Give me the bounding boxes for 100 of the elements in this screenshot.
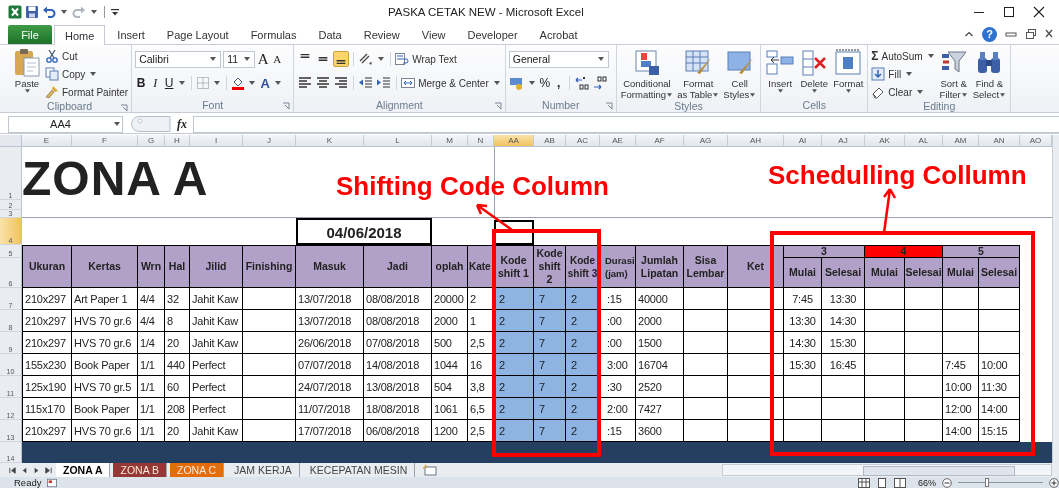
styles-button[interactable]: Conditional Formatting [619, 48, 675, 100]
insert-function-button[interactable]: fx [171, 116, 193, 132]
cut-button[interactable]: Cut [45, 48, 78, 64]
underline-button[interactable]: U [163, 76, 176, 90]
increase-indent-icon[interactable] [376, 75, 393, 91]
help-button[interactable]: ? [982, 26, 997, 42]
ribbon-tab[interactable]: View [411, 25, 456, 44]
fill-color-icon[interactable] [231, 76, 246, 90]
first-sheet-icon[interactable] [8, 465, 17, 475]
resize-handle[interactable] [131, 116, 171, 132]
wrap-text-button[interactable]: Wrap Text [395, 51, 457, 67]
sheet-tab[interactable]: ZONA A [56, 463, 111, 477]
cells-button[interactable]: Format [832, 48, 865, 98]
dialog-launcher-icon[interactable] [493, 102, 502, 110]
ribbon-tab[interactable]: Home [54, 25, 106, 45]
excel-logo-icon[interactable] [8, 5, 22, 19]
font-name-field[interactable]: Calibri [135, 50, 222, 68]
column-header[interactable]: E [22, 135, 72, 147]
column-header[interactable]: AC [566, 135, 600, 147]
percent-button[interactable]: % [538, 76, 551, 90]
close-workbook-icon[interactable] [1045, 28, 1053, 40]
vertical-scrollbar[interactable] [1052, 135, 1059, 463]
grow-font-button[interactable]: A [257, 50, 270, 68]
ribbon-tab[interactable]: Acrobat [529, 25, 588, 44]
italic-button[interactable]: I [149, 75, 162, 91]
column-header[interactable]: H [165, 135, 190, 147]
column-header[interactable]: AI [784, 135, 822, 147]
save-icon[interactable] [25, 5, 39, 19]
cells-button[interactable]: Delete [798, 48, 831, 98]
column-header[interactable]: G [138, 135, 165, 147]
close-icon[interactable] [1033, 6, 1045, 18]
column-header[interactable]: AE [600, 135, 636, 147]
fill-button[interactable]: Fill [871, 66, 915, 82]
normal-view-icon[interactable] [858, 477, 870, 488]
paste-button[interactable]: Paste [11, 48, 43, 100]
currency-icon[interactable] [508, 75, 525, 91]
number-format-field[interactable]: General [508, 50, 609, 68]
scrollbar-thumb[interactable] [863, 466, 1015, 476]
align-center-icon[interactable] [315, 75, 332, 91]
page-break-icon[interactable] [894, 477, 906, 488]
macro-record-icon[interactable] [47, 477, 58, 488]
name-box[interactable]: AA4 [8, 115, 123, 133]
dialog-launcher-icon[interactable] [120, 104, 129, 112]
column-header[interactable]: AL [905, 135, 943, 147]
page-layout-icon[interactable] [876, 477, 888, 488]
styles-button[interactable]: Cell Styles [722, 48, 758, 100]
comma-button[interactable]: , [552, 76, 565, 90]
dialog-launcher-icon[interactable] [604, 102, 613, 110]
next-sheet-icon[interactable] [32, 465, 41, 475]
zoom-slider-thumb[interactable] [984, 478, 989, 487]
editing-button[interactable]: Find & Select [971, 48, 1008, 100]
dialog-launcher-icon[interactable] [282, 102, 291, 110]
vertical-align-icon[interactable] [333, 51, 350, 67]
horizontal-scrollbar[interactable] [722, 464, 1052, 476]
column-header[interactable]: AB [534, 135, 566, 147]
ribbon-tab[interactable]: Review [353, 25, 410, 44]
align-right-icon[interactable] [333, 75, 350, 91]
column-header[interactable]: AN [979, 135, 1020, 147]
font-size-field[interactable]: 11 [223, 50, 256, 68]
column-header[interactable]: K [296, 135, 364, 147]
font-color-button[interactable]: A [259, 75, 272, 91]
column-header[interactable]: AM [943, 135, 979, 147]
column-header[interactable]: AA [494, 135, 534, 147]
align-left-icon[interactable] [297, 75, 314, 91]
zoom-out-icon[interactable] [942, 477, 952, 488]
column-header[interactable]: J [243, 135, 296, 147]
collapse-ribbon-icon[interactable] [964, 29, 974, 39]
formula-field[interactable] [193, 115, 1059, 133]
column-header[interactable]: I [190, 135, 243, 147]
clear-button[interactable]: Clear [871, 84, 926, 100]
decrease-indent-icon[interactable] [358, 75, 375, 91]
undo-icon[interactable] [42, 5, 56, 19]
orientation-icon[interactable] [358, 51, 375, 67]
ribbon-tab[interactable]: Data [308, 25, 352, 44]
maximize-icon[interactable] [1003, 6, 1015, 18]
ribbon-tab[interactable]: Insert [107, 25, 155, 44]
column-header[interactable]: N [468, 135, 494, 147]
copy-button[interactable]: Copy [45, 66, 99, 82]
ribbon-tab[interactable]: Formulas [240, 25, 307, 44]
ribbon-tab[interactable]: Developer [457, 25, 528, 44]
column-header[interactable]: M [432, 135, 468, 147]
bold-button[interactable]: B [135, 76, 148, 90]
merge-center-button[interactable]: Merge & Center [401, 75, 502, 91]
shrink-font-button[interactable]: A [271, 53, 284, 65]
format-painter-button[interactable]: Format Painter [45, 84, 129, 100]
styles-button[interactable]: Format as Table [676, 48, 721, 100]
autosum-button[interactable]: Σ AutoSum [871, 48, 936, 64]
column-header[interactable]: F [72, 135, 138, 147]
column-header[interactable]: AK [865, 135, 905, 147]
column-header[interactable]: AH [728, 135, 784, 147]
restore-workbook-icon[interactable] [1025, 28, 1037, 40]
column-header[interactable]: AJ [822, 135, 865, 147]
last-sheet-icon[interactable] [44, 465, 53, 475]
column-header[interactable]: AO [1020, 135, 1052, 147]
sheet-tab[interactable]: ZONA B [113, 463, 167, 477]
zoom-in-icon[interactable] [1049, 477, 1059, 488]
previous-sheet-icon[interactable] [20, 465, 29, 475]
customize-icon[interactable] [110, 7, 120, 17]
column-header[interactable]: AG [684, 135, 728, 147]
editing-button[interactable]: Sort & Filter [937, 48, 970, 100]
